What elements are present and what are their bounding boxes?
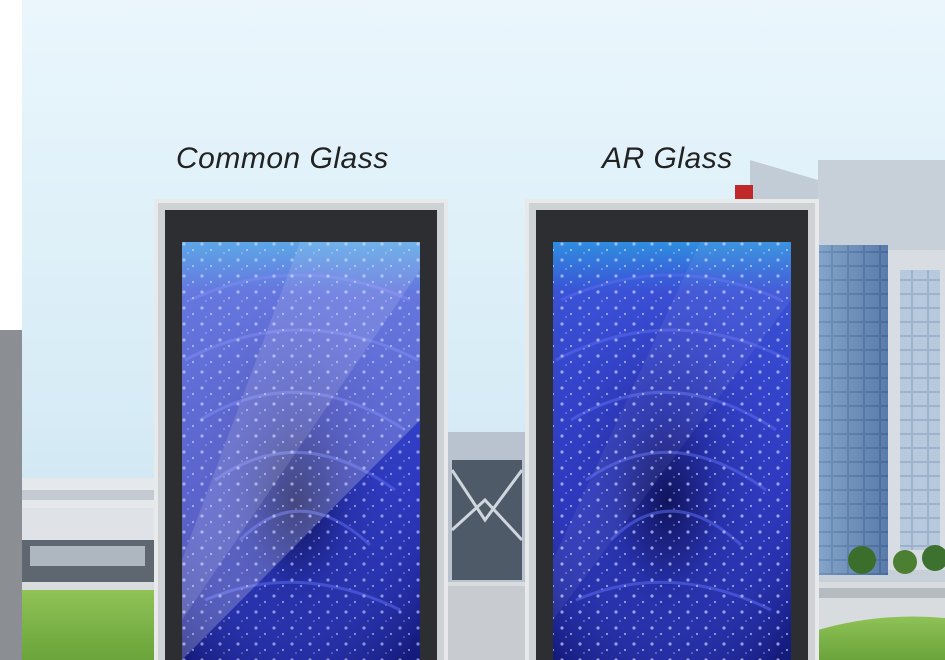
background-scene bbox=[0, 0, 945, 660]
common-glass-label: Common Glass bbox=[176, 142, 389, 175]
ar-glass-display bbox=[525, 199, 819, 660]
ar-glass-label: AR Glass bbox=[602, 142, 733, 175]
common-glass-display bbox=[154, 199, 448, 660]
comparison-scene: Common Glass AR Glass bbox=[0, 0, 945, 660]
